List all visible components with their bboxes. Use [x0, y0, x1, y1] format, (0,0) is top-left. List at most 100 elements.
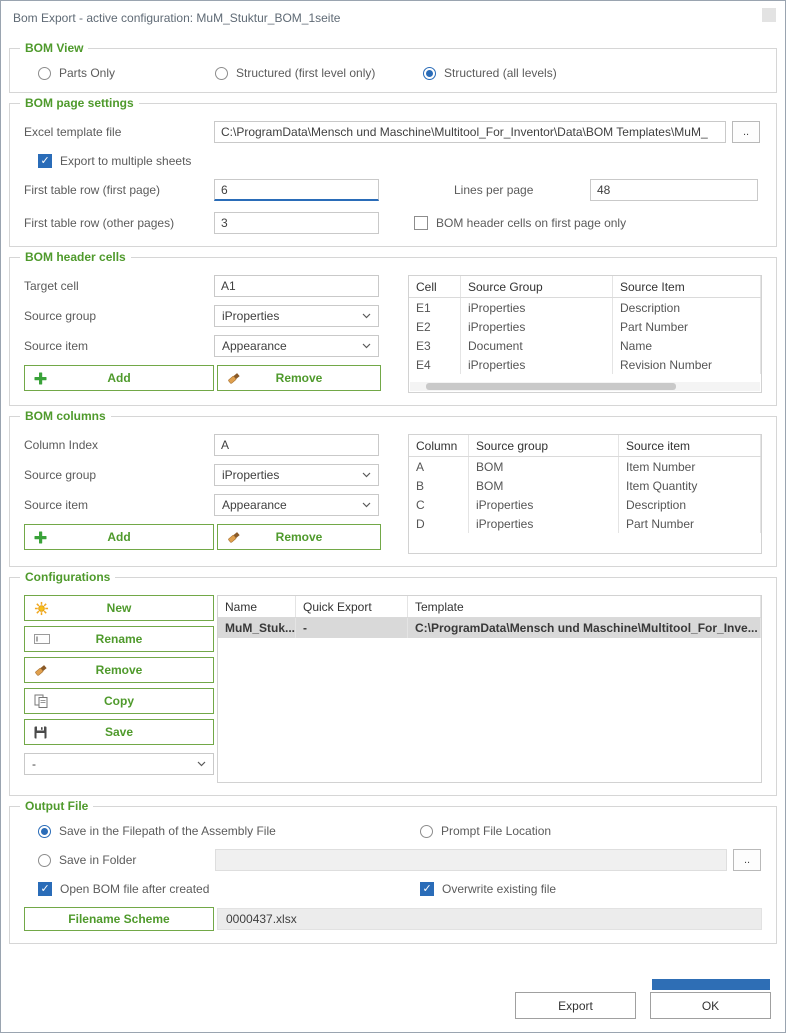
select-value: -: [32, 757, 36, 771]
floppy-disk-icon: [34, 726, 47, 739]
column-index-input[interactable]: [214, 434, 379, 456]
copy-configuration-button[interactable]: Copy: [24, 688, 214, 714]
column-header[interactable]: Quick Export: [296, 596, 408, 617]
chevron-down-icon: [362, 343, 371, 349]
cell: Part Number: [613, 317, 761, 336]
checkbox-icon: [414, 216, 428, 230]
sun-icon: [34, 601, 49, 616]
column-header[interactable]: Name: [218, 596, 296, 617]
export-button[interactable]: Export: [515, 992, 636, 1019]
table-row-selected[interactable]: MuM_Stuk... - C:\ProgramData\Mensch und …: [218, 618, 761, 638]
radio-save-assembly-path[interactable]: Save in the Filepath of the Assembly Fil…: [38, 824, 420, 838]
radio-icon: [423, 67, 436, 80]
radio-structured-all-levels[interactable]: Structured (all levels): [423, 66, 557, 80]
copy-icon: [34, 694, 48, 708]
radio-parts-only[interactable]: Parts Only: [38, 66, 215, 80]
chevron-down-icon: [197, 761, 206, 767]
remove-label: Remove: [276, 530, 323, 544]
add-label: Add: [107, 530, 130, 544]
select-value: iProperties: [222, 468, 279, 482]
chevron-down-icon: [362, 502, 371, 508]
source-item-row: Source item Appearance: [24, 494, 408, 516]
checkbox-overwrite[interactable]: Overwrite existing file: [420, 882, 556, 896]
radio-prompt-location[interactable]: Prompt File Location: [420, 824, 551, 838]
ok-button[interactable]: OK: [650, 992, 771, 1019]
table-header: Cell Source Group Source Item: [409, 276, 761, 298]
column-header[interactable]: Source item: [619, 435, 761, 456]
h-scrollbar-thumb[interactable]: [426, 383, 676, 390]
excel-template-input[interactable]: [214, 121, 726, 143]
table-row[interactable]: E1 iProperties Description: [409, 298, 761, 317]
source-group-row: Source group iProperties: [24, 464, 408, 486]
add-header-cell-button[interactable]: Add: [24, 365, 214, 391]
table-row[interactable]: B BOM Item Quantity: [409, 476, 761, 495]
first-row-first-label: First table row (first page): [24, 183, 214, 197]
checkbox-label: Open BOM file after created: [60, 882, 209, 896]
table-row[interactable]: C iProperties Description: [409, 495, 761, 514]
remove-configuration-button[interactable]: Remove: [24, 657, 214, 683]
remove-header-cell-button[interactable]: Remove: [217, 365, 381, 391]
cell: -: [296, 618, 408, 638]
group-header-cells: BOM header cells Target cell Source grou…: [9, 257, 777, 406]
column-header[interactable]: Source Item: [613, 276, 761, 297]
cell: E1: [409, 298, 461, 317]
table-row[interactable]: D iProperties Part Number: [409, 514, 761, 533]
multiple-sheets-row: Export to multiple sheets: [24, 154, 762, 168]
target-cell-input[interactable]: [214, 275, 379, 297]
column-header[interactable]: Source Group: [461, 276, 613, 297]
configuration-preset-select[interactable]: -: [24, 753, 214, 775]
new-label: New: [107, 601, 132, 615]
h-scrollbar-track[interactable]: [410, 382, 760, 391]
checkbox-header-first-page-only[interactable]: BOM header cells on first page only: [414, 216, 626, 230]
source-group-row: Source group iProperties: [24, 305, 408, 327]
configurations-table: Name Quick Export Template MuM_Stuk... -…: [217, 595, 762, 783]
column-header[interactable]: Column: [409, 435, 469, 456]
radio-label: Structured (first level only): [236, 66, 375, 80]
column-index-label: Column Index: [24, 438, 214, 452]
cell: BOM: [469, 476, 619, 495]
first-row-other-input[interactable]: [214, 212, 379, 234]
bom-export-dialog: Bom Export - active configuration: MuM_S…: [0, 0, 786, 1033]
cell: C: [409, 495, 469, 514]
cell: Description: [613, 298, 761, 317]
cell: E2: [409, 317, 461, 336]
column-header[interactable]: Template: [408, 596, 761, 617]
source-item-select[interactable]: Appearance: [214, 494, 379, 516]
filename-scheme-button[interactable]: Filename Scheme: [24, 907, 214, 931]
folder-path-input[interactable]: [215, 849, 727, 871]
table-row[interactable]: E4 iProperties Revision Number: [409, 355, 761, 374]
save-location-row: Save in the Filepath of the Assembly Fil…: [24, 824, 762, 838]
source-group-select[interactable]: iProperties: [214, 464, 379, 486]
table-row[interactable]: E3 Document Name: [409, 336, 761, 355]
first-row-first-input[interactable]: [214, 179, 379, 201]
save-configuration-button[interactable]: Save: [24, 719, 214, 745]
radio-structured-first-level[interactable]: Structured (first level only): [215, 66, 423, 80]
add-column-button[interactable]: Add: [24, 524, 214, 550]
checkbox-open-after[interactable]: Open BOM file after created: [38, 882, 420, 896]
browse-template-button[interactable]: ..: [732, 121, 760, 143]
textbox-icon: [34, 633, 50, 645]
chevron-down-icon: [362, 313, 371, 319]
browse-folder-button[interactable]: ..: [733, 849, 761, 871]
table-row[interactable]: E2 iProperties Part Number: [409, 317, 761, 336]
add-label: Add: [107, 371, 130, 385]
source-item-select[interactable]: Appearance: [214, 335, 379, 357]
cell: iProperties: [469, 514, 619, 533]
column-header[interactable]: Source group: [469, 435, 619, 456]
group-title-page-settings: BOM page settings: [20, 96, 139, 110]
remove-label: Remove: [276, 371, 323, 385]
radio-icon: [38, 825, 51, 838]
source-group-select[interactable]: iProperties: [214, 305, 379, 327]
table-row[interactable]: A BOM Item Number: [409, 457, 761, 476]
new-configuration-button[interactable]: New: [24, 595, 214, 621]
cell: Description: [619, 495, 761, 514]
column-header[interactable]: Cell: [409, 276, 461, 297]
save-label: Save: [105, 725, 133, 739]
close-button[interactable]: [762, 8, 776, 22]
checkbox-multiple-sheets[interactable]: Export to multiple sheets: [38, 154, 191, 168]
radio-save-in-folder[interactable]: Save in Folder: [38, 853, 215, 867]
lines-per-page-input[interactable]: [590, 179, 758, 201]
checkbox-icon: [38, 882, 52, 896]
remove-column-button[interactable]: Remove: [217, 524, 381, 550]
rename-configuration-button[interactable]: Rename: [24, 626, 214, 652]
